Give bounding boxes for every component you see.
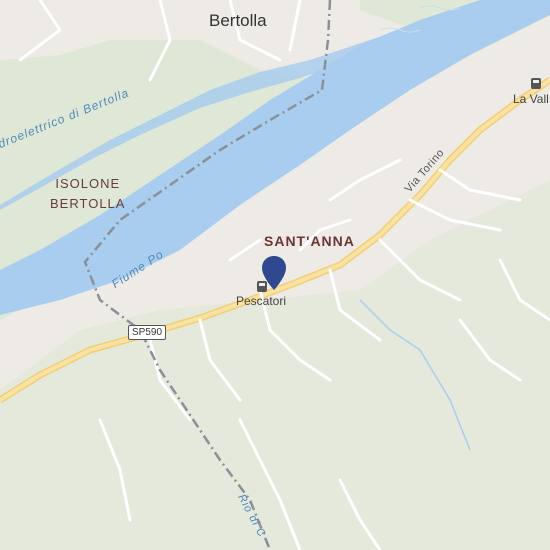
road-shield-sp590[interactable]: SP590: [128, 325, 167, 340]
island-label[interactable]: ISOLONE BERTOLLA: [50, 174, 125, 214]
town-label-bertolla[interactable]: Bertolla: [209, 11, 267, 31]
bus-stop-icon[interactable]: [531, 78, 541, 89]
bus-stop-label-la-vall[interactable]: La Vall: [513, 92, 549, 106]
map-canvas[interactable]: Bertolla ISOLONE BERTOLLA SANT'ANNA Pesc…: [0, 0, 550, 550]
bus-stop-label-pescatori[interactable]: Pescatori: [236, 294, 286, 308]
district-label-santanna[interactable]: SANT'ANNA: [264, 233, 355, 249]
map-pin-icon[interactable]: [262, 256, 286, 290]
